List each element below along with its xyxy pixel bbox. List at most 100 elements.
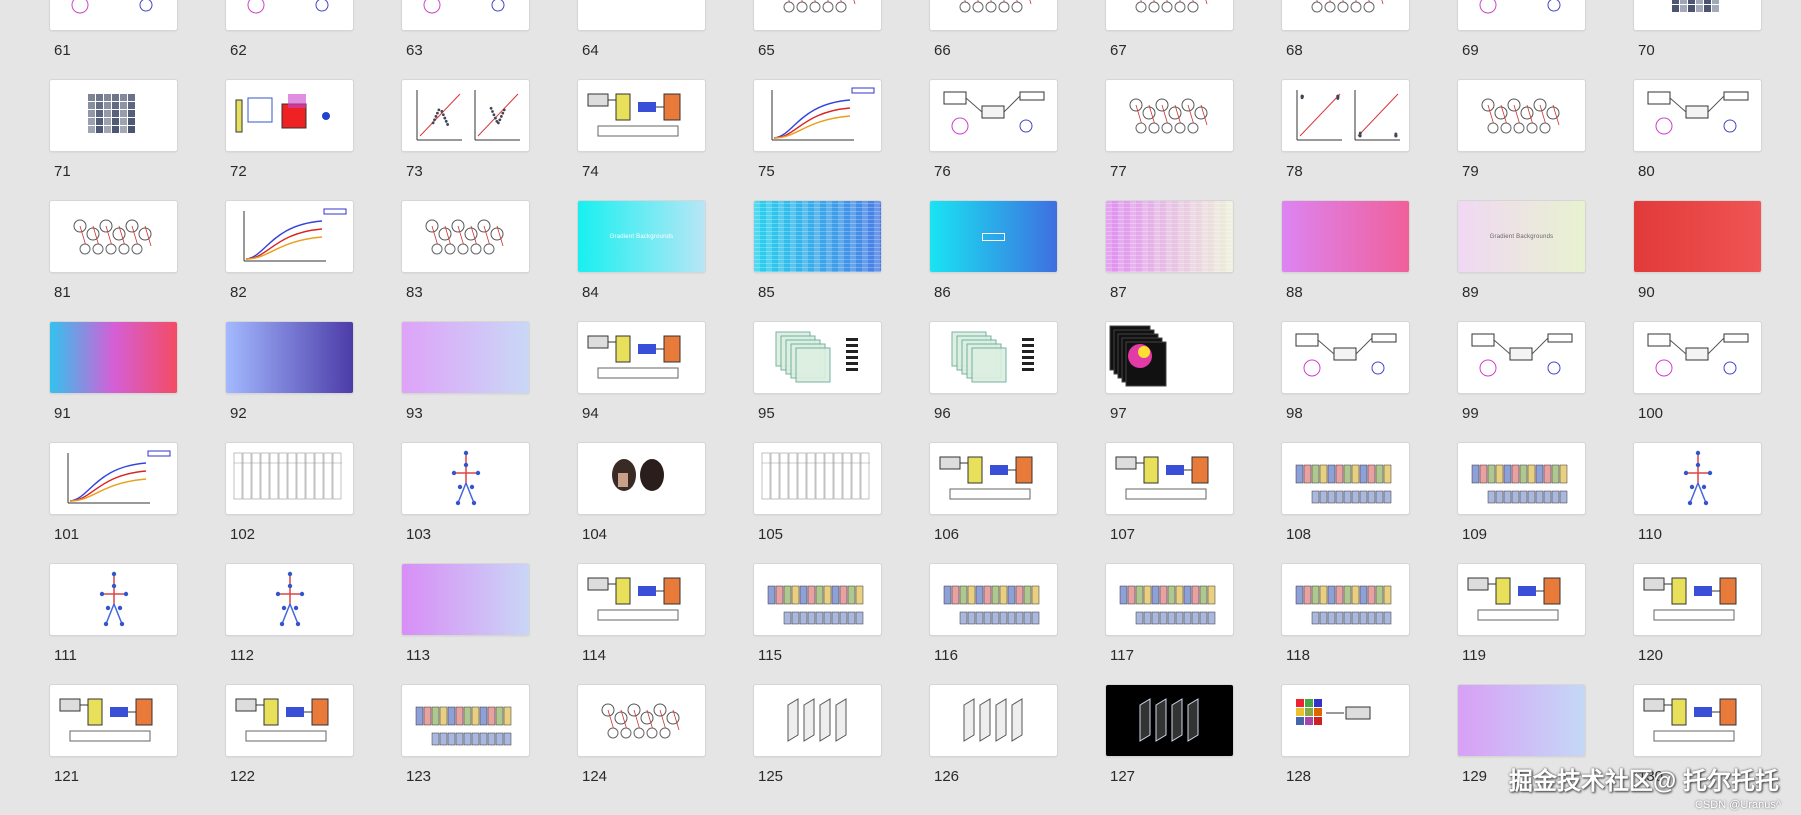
slide-thumbnail-104[interactable]: [578, 443, 705, 514]
slide-thumbnail-100[interactable]: [1634, 322, 1761, 393]
slide-preview-graphic: [416, 90, 520, 141]
slide-number-61: 61: [54, 42, 71, 59]
slide-thumbnail-127[interactable]: [1106, 685, 1233, 756]
slide-thumbnail-70[interactable]: [1634, 0, 1761, 30]
slide-thumbnail-74[interactable]: [578, 80, 705, 151]
slide-thumbnail-87[interactable]: [1106, 201, 1233, 272]
slide-number-87: 87: [1110, 284, 1127, 301]
slide-thumbnail-113[interactable]: [402, 564, 529, 635]
slide-thumbnail-79[interactable]: [1458, 80, 1585, 151]
slide-preview-graphic: [761, 452, 870, 500]
slide-title-frame: [981, 232, 1006, 241]
slide-thumbnail-78[interactable]: [1282, 80, 1409, 151]
slide-number-78: 78: [1286, 163, 1303, 180]
slide-thumbnail-99[interactable]: [1458, 322, 1585, 393]
slide-thumbnail-114[interactable]: [578, 564, 705, 635]
slide-thumbnail-111[interactable]: [50, 564, 177, 635]
slide-thumbnail-101[interactable]: [50, 443, 177, 514]
slide-number-106: 106: [934, 526, 960, 543]
slide-thumbnail-68[interactable]: [1282, 0, 1409, 30]
slide-preview-graphic: [73, 219, 152, 255]
slide-thumbnail-64[interactable]: [578, 0, 705, 30]
slide-thumbnail-125[interactable]: [754, 685, 881, 756]
slide-thumbnail-94[interactable]: [578, 322, 705, 393]
slide-number-115: 115: [758, 647, 782, 664]
slide-thumbnail-121[interactable]: [50, 685, 177, 756]
slide-number-92: 92: [230, 405, 247, 422]
slide-thumbnail-97[interactable]: [1106, 322, 1233, 393]
slide-number-86: 86: [934, 284, 951, 301]
slide-thumbnail-83[interactable]: [402, 201, 529, 272]
slide-thumbnail-106[interactable]: [930, 443, 1057, 514]
slide-thumbnail-90[interactable]: [1634, 201, 1761, 272]
slide-thumbnail-118[interactable]: [1282, 564, 1409, 635]
slide-number-62: 62: [230, 42, 247, 59]
slide-preview-graphic: [1311, 0, 1384, 13]
slide-thumbnail-124[interactable]: [578, 685, 705, 756]
slide-thumbnail-63[interactable]: [402, 0, 529, 30]
slide-thumbnail-126[interactable]: [930, 685, 1057, 756]
slide-thumbnail-92[interactable]: [226, 322, 353, 393]
slide-thumbnail-119[interactable]: [1458, 564, 1585, 635]
slide-thumbnail-102[interactable]: [226, 443, 353, 514]
slide-thumbnail-96[interactable]: [930, 322, 1057, 393]
slide-preview-graphic: [1119, 585, 1216, 625]
slide-number-119: 119: [1462, 647, 1486, 664]
slide-thumbnail-129[interactable]: [1458, 685, 1585, 756]
slide-thumbnail-77[interactable]: [1106, 80, 1233, 151]
slide-thumbnail-105[interactable]: [754, 443, 881, 514]
slide-thumbnail-110[interactable]: [1634, 443, 1761, 514]
slide-sorter-grid: 61 62 63 64 65 66 67 68 69 70 71 72 73 74 75 76 77 78 79 80…: [0, 0, 1801, 815]
slide-thumbnail-86[interactable]: [930, 201, 1057, 272]
slide-thumbnail-103[interactable]: [402, 443, 529, 514]
slide-thumbnail-91[interactable]: [50, 322, 177, 393]
slide-number-98: 98: [1286, 405, 1303, 422]
slide-thumbnail-82[interactable]: [226, 201, 353, 272]
slide-thumbnail-85[interactable]: [754, 201, 881, 272]
slide-thumbnail-62[interactable]: [226, 0, 353, 30]
slide-preview-graphic: [587, 335, 681, 379]
slide-thumbnail-65[interactable]: [754, 0, 881, 30]
slide-thumbnail-81[interactable]: [50, 201, 177, 272]
slide-thumbnail-73[interactable]: [402, 80, 529, 151]
slide-thumbnail-116[interactable]: [930, 564, 1057, 635]
slide-thumbnail-67[interactable]: [1106, 0, 1233, 30]
slide-thumbnail-120[interactable]: [1634, 564, 1761, 635]
slide-preview-graphic: [771, 87, 875, 141]
slide-thumbnail-95[interactable]: [754, 322, 881, 393]
slide-thumbnail-115[interactable]: [754, 564, 881, 635]
slide-number-64: 64: [582, 42, 599, 59]
slide-preview-graphic: [587, 577, 681, 621]
slide-thumbnail-75[interactable]: [754, 80, 881, 151]
slide-thumbnail-130[interactable]: [1634, 685, 1761, 756]
slide-thumbnail-88[interactable]: [1282, 201, 1409, 272]
slide-preview-graphic: [787, 698, 847, 742]
slide-thumbnail-69[interactable]: [1458, 0, 1585, 30]
slide-thumbnail-117[interactable]: [1106, 564, 1233, 635]
slide-thumbnail-72[interactable]: [226, 80, 353, 151]
slide-thumbnail-93[interactable]: [402, 322, 529, 393]
slide-thumbnail-76[interactable]: [930, 80, 1057, 151]
slide-thumbnail-84[interactable]: Gradient Backgrounds: [578, 201, 705, 272]
slide-preview-graphic: [612, 459, 664, 491]
slide-number-73: 73: [406, 163, 423, 180]
slide-thumbnail-112[interactable]: [226, 564, 353, 635]
slide-thumbnail-109[interactable]: [1458, 443, 1585, 514]
slide-thumbnail-80[interactable]: [1634, 80, 1761, 151]
slide-thumbnail-128[interactable]: [1282, 685, 1409, 756]
slide-thumbnail-71[interactable]: [50, 80, 177, 151]
slide-preview-graphic: [1471, 464, 1568, 504]
slide-thumbnail-108[interactable]: [1282, 443, 1409, 514]
slide-thumbnail-122[interactable]: [226, 685, 353, 756]
slide-thumbnail-61[interactable]: [50, 0, 177, 30]
slide-number-71: 71: [54, 163, 71, 180]
slide-number-104: 104: [582, 526, 608, 543]
slide-thumbnail-66[interactable]: [930, 0, 1057, 30]
slide-preview-graphic: [1296, 90, 1400, 141]
slide-title-box: [930, 201, 1057, 272]
slide-preview-graphic: [88, 94, 135, 133]
slide-thumbnail-89[interactable]: Gradient Backgrounds: [1458, 201, 1585, 272]
slide-thumbnail-123[interactable]: [402, 685, 529, 756]
slide-thumbnail-98[interactable]: [1282, 322, 1409, 393]
slide-thumbnail-107[interactable]: [1106, 443, 1233, 514]
